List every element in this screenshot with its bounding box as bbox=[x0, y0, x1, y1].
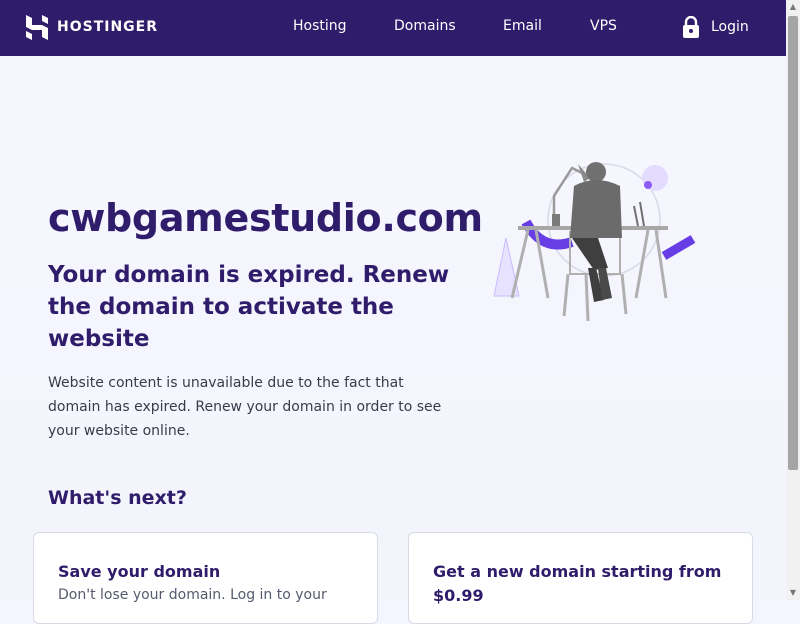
scroll-down-arrow-icon[interactable]: ▼ bbox=[786, 586, 800, 600]
lock-icon bbox=[683, 16, 699, 38]
nav-vps[interactable]: VPS bbox=[590, 18, 617, 34]
nav-hosting[interactable]: Hosting bbox=[293, 18, 347, 34]
nav-email[interactable]: Email bbox=[503, 18, 542, 34]
brand-name: HOSTINGER bbox=[57, 19, 159, 35]
card-title: Get a new domain starting from $0.99 bbox=[433, 562, 722, 605]
scrollbar-thumb[interactable] bbox=[788, 16, 798, 470]
new-domain-card[interactable]: Get a new domain starting from $0.99 bbox=[408, 532, 753, 624]
login-label: Login bbox=[711, 19, 749, 35]
scroll-up-arrow-icon[interactable]: ▲ bbox=[786, 0, 800, 14]
vertical-scrollbar[interactable]: ▲ ▼ bbox=[786, 0, 800, 600]
whats-next-heading: What's next? bbox=[48, 487, 187, 509]
save-domain-card[interactable]: Save your domain Don't lose your domain.… bbox=[33, 532, 378, 624]
login-link[interactable]: Login bbox=[682, 16, 749, 38]
domain-title: cwbgamestudio.com bbox=[48, 196, 483, 240]
expired-heading: Your domain is expired. Renew the domain… bbox=[48, 262, 450, 352]
brand-logo[interactable]: HOSTINGER bbox=[26, 14, 158, 40]
main-content: cwbgamestudio.com Your domain is expired… bbox=[0, 56, 786, 624]
person-at-desk-illustration bbox=[493, 162, 696, 322]
card-text: Don't lose your domain. Log in to your bbox=[58, 587, 327, 603]
top-navigation-bar: HOSTINGER Hosting Domains Email VPS Logi… bbox=[0, 0, 786, 56]
hostinger-logo-icon bbox=[26, 14, 48, 40]
nav-domains[interactable]: Domains bbox=[394, 18, 456, 34]
expired-description: Website content is unavailable due to th… bbox=[48, 375, 442, 439]
card-title: Save your domain bbox=[58, 562, 221, 581]
